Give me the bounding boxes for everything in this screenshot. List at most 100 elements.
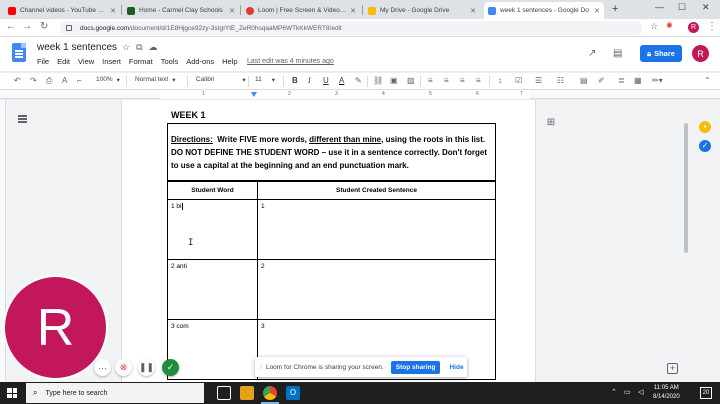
font-select[interactable]: Calibri ▾ <box>196 76 246 84</box>
directions-box[interactable]: Directions: Write FIVE more words, diffe… <box>167 123 496 181</box>
chrome-icon[interactable] <box>261 386 279 404</box>
bold-button[interactable]: B <box>292 76 298 85</box>
paint-format-icon[interactable]: ⌐ <box>77 76 82 85</box>
numbered-list-icon[interactable]: ☷ <box>557 76 564 85</box>
tab-google-drive[interactable]: My Drive - Google Drive ✕ <box>364 2 480 19</box>
share-button[interactable]: 🔒︎ Share <box>640 45 682 62</box>
menu-view[interactable]: View <box>78 57 94 66</box>
star-icon[interactable]: ☆ <box>650 21 658 32</box>
forward-icon[interactable]: → <box>22 21 32 32</box>
word-cell[interactable]: 1 bi <box>167 199 258 260</box>
pause-icon[interactable]: ❚❚ <box>138 359 155 376</box>
url-input[interactable]: docs.google.com /document/d/1E8Hjgce92zy… <box>60 21 642 35</box>
comments-icon[interactable]: ▤ <box>613 48 622 59</box>
stop-sharing-button[interactable]: Stop sharing <box>390 360 441 374</box>
last-edit-link[interactable]: Last edit was 4 minutes ago <box>247 58 334 65</box>
taskbar-search-input[interactable]: ⌕ Type here to search <box>26 383 204 403</box>
highlight-icon[interactable]: ✎ <box>355 76 362 85</box>
move-folder-icon[interactable]: ⧉ <box>136 42 148 52</box>
close-window-icon[interactable]: ✕ <box>702 2 710 13</box>
explore-icon[interactable]: + <box>667 363 678 374</box>
tab-carmel-clay[interactable]: Home - Carmel Clay Schools ✕ <box>123 2 239 19</box>
menu-help[interactable]: Help <box>222 57 237 66</box>
cancel-recording-icon[interactable]: ⊗ <box>115 359 132 376</box>
style-select[interactable]: Normal text ▾ <box>135 76 176 84</box>
tab-loom[interactable]: Loom | Free Screen & Video Re ✕ <box>242 2 360 19</box>
menu-format[interactable]: Format <box>129 57 153 66</box>
outlook-icon[interactable]: O <box>286 386 300 400</box>
menu-add-ons[interactable]: Add-ons <box>186 57 214 66</box>
account-avatar[interactable]: R <box>692 45 709 62</box>
sentence-cell[interactable]: 1 <box>257 199 496 260</box>
indent-marker[interactable] <box>251 92 257 97</box>
menu-insert[interactable]: Insert <box>102 57 121 66</box>
word-cell[interactable]: 3 com <box>167 319 258 380</box>
activity-trend-icon[interactable]: ↗ <box>588 48 596 59</box>
file-explorer-icon[interactable] <box>240 386 254 400</box>
link-icon[interactable]: ⛓ <box>373 76 383 85</box>
scrollbar[interactable] <box>684 123 688 253</box>
justify-icon[interactable]: ≡ <box>476 76 481 85</box>
line-spacing-icon[interactable]: ↕ <box>498 76 502 85</box>
font-size-select[interactable]: 11 ▾ <box>255 76 275 84</box>
checklist-icon[interactable]: ☑ <box>515 76 522 85</box>
system-clock[interactable]: 11:05 AM 8/14/2020 <box>653 384 680 402</box>
loom-camera-bubble[interactable]: R <box>5 277 106 378</box>
close-icon[interactable]: ✕ <box>470 7 476 15</box>
more-options-icon[interactable]: ··· <box>94 359 111 376</box>
student-table[interactable]: Student Word Student Created Sentence 1 … <box>167 181 496 380</box>
more-menu-icon[interactable]: ⋮ <box>707 21 717 32</box>
undo-icon[interactable]: ↶ <box>14 76 21 85</box>
collapse-menus-icon[interactable]: ⌃ <box>704 76 711 85</box>
document-outline-icon[interactable] <box>18 115 27 123</box>
redo-icon[interactable]: ↷ <box>30 76 37 85</box>
maximize-icon[interactable]: ☐ <box>678 2 686 13</box>
profile-avatar[interactable]: R <box>688 22 699 33</box>
menu-edit[interactable]: Edit <box>57 57 70 66</box>
italic-button[interactable]: I <box>308 76 311 85</box>
close-icon[interactable]: ✕ <box>350 7 356 15</box>
tab-week-1-sentences[interactable]: week 1 sentences - Google Do ✕ <box>484 2 604 19</box>
back-icon[interactable]: ← <box>6 21 16 32</box>
print-icon[interactable]: ⎙ <box>46 76 52 86</box>
menu-tools[interactable]: Tools <box>161 57 179 66</box>
menu-file[interactable]: File <box>37 57 49 66</box>
editing-mode-icon[interactable]: ✏▾ <box>652 76 663 85</box>
page-heading[interactable]: WEEK 1 <box>171 110 206 120</box>
loom-extension-icon[interactable]: ✺ <box>666 21 673 30</box>
table-borders-icon[interactable]: ≣ <box>618 76 625 85</box>
star-icon[interactable]: ☆ <box>122 42 136 52</box>
image-icon[interactable]: ▨ <box>407 76 415 85</box>
word-cell[interactable]: 2 anti <box>167 259 258 320</box>
spellcheck-icon[interactable]: A <box>62 76 67 85</box>
close-icon[interactable]: ✕ <box>594 7 600 15</box>
drag-handle-icon[interactable]: ⁞ <box>260 364 262 371</box>
zoom-select[interactable]: 100% ▾ <box>96 76 120 84</box>
bulleted-list-icon[interactable]: ☰ <box>535 76 542 85</box>
sentence-cell[interactable]: 2 <box>257 259 496 320</box>
docs-logo-icon[interactable] <box>12 43 26 62</box>
network-icon[interactable]: ▭ <box>624 388 631 396</box>
new-tab-button[interactable]: + <box>612 3 618 15</box>
add-comment-icon[interactable]: ⊞ <box>545 117 557 129</box>
finish-recording-icon[interactable]: ✓ <box>162 359 179 376</box>
text-color-button[interactable]: A <box>339 76 344 85</box>
border-width-icon[interactable]: ▤ <box>580 76 588 85</box>
cloud-saved-icon[interactable]: ☁ <box>149 42 164 52</box>
keep-icon[interactable]: ▪ <box>699 121 711 133</box>
document-title[interactable]: week 1 sentences <box>37 42 117 53</box>
windows-start-icon[interactable] <box>7 388 17 398</box>
tab-youtube-studio[interactable]: Channel videos - YouTube Studio ✕ <box>4 2 120 19</box>
minimize-icon[interactable]: — <box>655 2 664 12</box>
notification-center-icon[interactable]: 20 <box>700 387 712 399</box>
align-center-icon[interactable]: ≡ <box>444 76 449 85</box>
tasks-icon[interactable]: ✓ <box>699 140 711 152</box>
reload-icon[interactable]: ↻ <box>40 21 48 32</box>
cell-color-icon[interactable]: ▦ <box>634 76 642 85</box>
close-icon[interactable]: ✕ <box>110 7 116 15</box>
show-hidden-icons[interactable]: ⌃ <box>611 388 617 396</box>
underline-button[interactable]: U <box>323 76 329 85</box>
border-color-icon[interactable]: ✐ <box>598 76 605 85</box>
task-view-icon[interactable] <box>217 386 231 400</box>
close-icon[interactable]: ✕ <box>229 7 235 15</box>
